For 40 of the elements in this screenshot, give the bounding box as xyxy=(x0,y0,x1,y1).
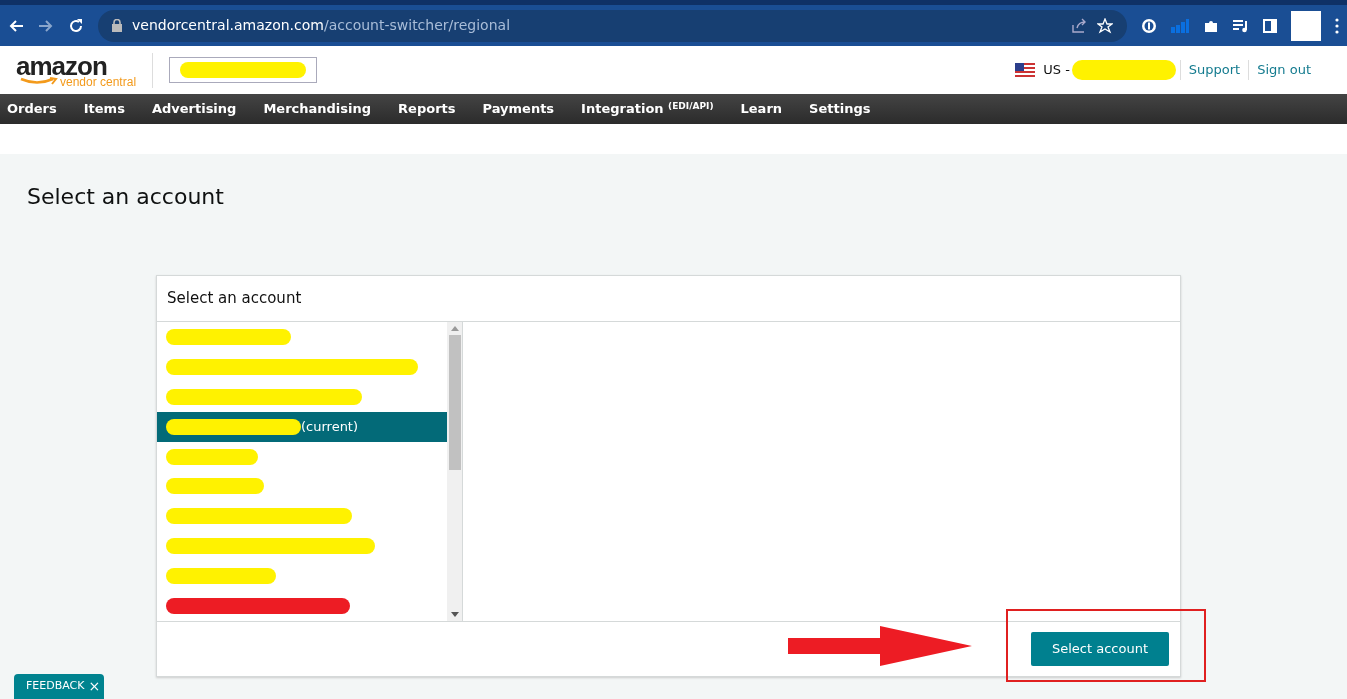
share-icon[interactable] xyxy=(1071,17,1087,34)
avatar[interactable] xyxy=(1291,10,1321,41)
header-link[interactable]: Sign out xyxy=(1248,60,1319,80)
url-text: vendorcentral.amazon.com/account-switcher/regional xyxy=(132,16,511,35)
nav-item[interactable]: Merchandising xyxy=(256,99,386,119)
back-icon[interactable] xyxy=(8,17,24,34)
close-icon[interactable]: × xyxy=(88,676,101,697)
playlist-icon[interactable] xyxy=(1233,18,1249,33)
nav-item[interactable]: Reports xyxy=(391,99,470,119)
reload-icon[interactable] xyxy=(68,17,84,34)
menu-icon[interactable] xyxy=(1335,17,1339,34)
circle-icon[interactable] xyxy=(1141,17,1157,34)
scrollbar-thumb[interactable] xyxy=(448,335,461,470)
nav-item[interactable]: Orders xyxy=(0,99,71,119)
up-arrow-icon[interactable] xyxy=(450,326,459,331)
nav-item[interactable]: Advertising xyxy=(144,99,251,119)
scrollbar[interactable] xyxy=(447,322,463,621)
current-label: (current) xyxy=(301,417,359,436)
account-dropdown[interactable] xyxy=(169,57,318,83)
feedback-label: FEEDBACK xyxy=(26,678,85,695)
smile-arrow-icon xyxy=(20,77,58,86)
forward-icon[interactable] xyxy=(38,17,54,34)
nav-item[interactable]: Settings xyxy=(802,99,885,119)
side-panel-icon[interactable] xyxy=(1263,18,1277,33)
down-arrow-icon[interactable] xyxy=(450,612,459,617)
nav-item[interactable]: Items xyxy=(76,99,139,119)
address-bar[interactable]: vendorcentral.amazon.com/account-switcher/regional xyxy=(98,9,1127,42)
region-label: US - xyxy=(1043,61,1070,80)
panel-title: Select an account xyxy=(157,276,1180,322)
nav-item[interactable]: Learn xyxy=(733,99,797,119)
star-icon[interactable] xyxy=(1097,17,1113,34)
nav-item[interactable]: Payments xyxy=(475,99,569,119)
lock-icon xyxy=(112,19,122,32)
flag-icon xyxy=(1015,63,1036,77)
select-account-button[interactable]: Select account xyxy=(1031,632,1169,666)
header-link[interactable]: Support xyxy=(1179,60,1249,80)
page-title: Select an account xyxy=(27,183,225,211)
account-option[interactable]: (current) xyxy=(157,411,447,442)
nav-item[interactable]: Integration $^{(EDI/API)}$ xyxy=(574,99,728,119)
feedback-tab[interactable]: FEEDBACK × xyxy=(14,674,105,699)
